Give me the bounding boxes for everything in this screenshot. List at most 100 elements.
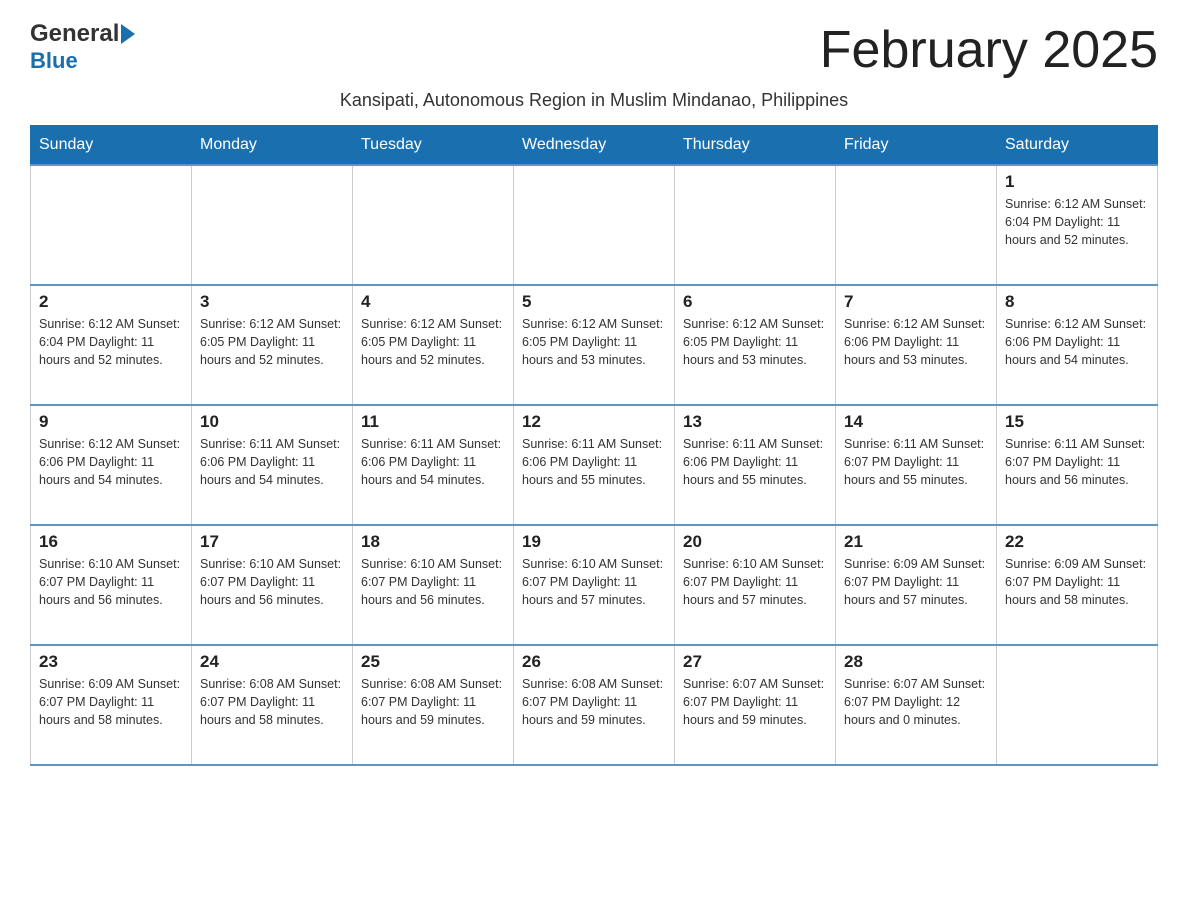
- calendar-cell: 12 Sunrise: 6:11 AM Sunset: 6:06 PM Dayli…: [514, 405, 675, 525]
- calendar-cell: 24 Sunrise: 6:08 AM Sunset: 6:07 PM Dayli…: [192, 645, 353, 765]
- calendar-cell: [836, 165, 997, 285]
- calendar-cell: [675, 165, 836, 285]
- calendar-cell: 28 Sunrise: 6:07 AM Sunset: 6:07 PM Dayli…: [836, 645, 997, 765]
- day-header-sunday: Sunday: [31, 126, 192, 166]
- calendar-cell: 27 Sunrise: 6:07 AM Sunset: 6:07 PM Dayli…: [675, 645, 836, 765]
- day-info: Sunrise: 6:07 AM Sunset: 6:07 PM Dayligh…: [844, 675, 988, 729]
- logo-arrow-icon: [121, 24, 135, 44]
- day-info: Sunrise: 6:09 AM Sunset: 6:07 PM Dayligh…: [39, 675, 183, 729]
- calendar-cell: 26 Sunrise: 6:08 AM Sunset: 6:07 PM Dayli…: [514, 645, 675, 765]
- week-row-4: 16 Sunrise: 6:10 AM Sunset: 6:07 PM Dayli…: [31, 525, 1158, 645]
- day-number: 11: [361, 412, 505, 432]
- header: General Blue February 2025: [30, 20, 1158, 80]
- calendar-cell: 25 Sunrise: 6:08 AM Sunset: 6:07 PM Dayli…: [353, 645, 514, 765]
- day-number: 22: [1005, 532, 1149, 552]
- calendar-cell: 11 Sunrise: 6:11 AM Sunset: 6:06 PM Dayli…: [353, 405, 514, 525]
- day-info: Sunrise: 6:11 AM Sunset: 6:06 PM Dayligh…: [522, 435, 666, 489]
- calendar-cell: 14 Sunrise: 6:11 AM Sunset: 6:07 PM Dayli…: [836, 405, 997, 525]
- day-number: 21: [844, 532, 988, 552]
- day-number: 27: [683, 652, 827, 672]
- day-number: 10: [200, 412, 344, 432]
- calendar-cell: [192, 165, 353, 285]
- day-number: 8: [1005, 292, 1149, 312]
- day-info: Sunrise: 6:09 AM Sunset: 6:07 PM Dayligh…: [844, 555, 988, 609]
- day-info: Sunrise: 6:12 AM Sunset: 6:05 PM Dayligh…: [361, 315, 505, 369]
- day-number: 4: [361, 292, 505, 312]
- day-number: 23: [39, 652, 183, 672]
- calendar-cell: 20 Sunrise: 6:10 AM Sunset: 6:07 PM Dayli…: [675, 525, 836, 645]
- day-info: Sunrise: 6:12 AM Sunset: 6:04 PM Dayligh…: [1005, 195, 1149, 249]
- day-info: Sunrise: 6:09 AM Sunset: 6:07 PM Dayligh…: [1005, 555, 1149, 609]
- month-title: February 2025: [820, 20, 1158, 80]
- calendar-cell: 4 Sunrise: 6:12 AM Sunset: 6:05 PM Daylig…: [353, 285, 514, 405]
- day-header-friday: Friday: [836, 126, 997, 166]
- day-info: Sunrise: 6:07 AM Sunset: 6:07 PM Dayligh…: [683, 675, 827, 729]
- day-info: Sunrise: 6:08 AM Sunset: 6:07 PM Dayligh…: [361, 675, 505, 729]
- day-number: 2: [39, 292, 183, 312]
- day-number: 20: [683, 532, 827, 552]
- calendar-cell: 8Sunrise: 6:12 AM Sunset: 6:06 PM Daylig…: [997, 285, 1158, 405]
- day-header-tuesday: Tuesday: [353, 126, 514, 166]
- calendar-cell: [514, 165, 675, 285]
- day-info: Sunrise: 6:11 AM Sunset: 6:06 PM Dayligh…: [683, 435, 827, 489]
- day-number: 26: [522, 652, 666, 672]
- calendar-cell: 17 Sunrise: 6:10 AM Sunset: 6:07 PM Dayli…: [192, 525, 353, 645]
- day-number: 18: [361, 532, 505, 552]
- day-info: Sunrise: 6:12 AM Sunset: 6:05 PM Dayligh…: [683, 315, 827, 369]
- calendar-cell: 15 Sunrise: 6:11 AM Sunset: 6:07 PM Dayli…: [997, 405, 1158, 525]
- calendar-cell: 23 Sunrise: 6:09 AM Sunset: 6:07 PM Dayli…: [31, 645, 192, 765]
- day-number: 1: [1005, 172, 1149, 192]
- calendar-cell: [353, 165, 514, 285]
- day-info: Sunrise: 6:10 AM Sunset: 6:07 PM Dayligh…: [522, 555, 666, 609]
- day-header-wednesday: Wednesday: [514, 126, 675, 166]
- day-info: Sunrise: 6:10 AM Sunset: 6:07 PM Dayligh…: [683, 555, 827, 609]
- day-header-saturday: Saturday: [997, 126, 1158, 166]
- calendar-cell: 5 Sunrise: 6:12 AM Sunset: 6:05 PM Daylig…: [514, 285, 675, 405]
- day-info: Sunrise: 6:12 AM Sunset: 6:05 PM Dayligh…: [200, 315, 344, 369]
- day-number: 16: [39, 532, 183, 552]
- day-number: 5: [522, 292, 666, 312]
- subtitle: Kansipati, Autonomous Region in Muslim M…: [30, 90, 1158, 111]
- day-info: Sunrise: 6:12 AM Sunset: 6:06 PM Dayligh…: [39, 435, 183, 489]
- day-info: Sunrise: 6:08 AM Sunset: 6:07 PM Dayligh…: [522, 675, 666, 729]
- day-number: 9: [39, 412, 183, 432]
- day-number: 19: [522, 532, 666, 552]
- day-info: Sunrise: 6:11 AM Sunset: 6:07 PM Dayligh…: [844, 435, 988, 489]
- day-number: 25: [361, 652, 505, 672]
- day-number: 6: [683, 292, 827, 312]
- week-row-2: 2Sunrise: 6:12 AM Sunset: 6:04 PM Daylig…: [31, 285, 1158, 405]
- day-header-monday: Monday: [192, 126, 353, 166]
- calendar-cell: 3Sunrise: 6:12 AM Sunset: 6:05 PM Daylig…: [192, 285, 353, 405]
- logo-general-text: General: [30, 20, 119, 48]
- calendar-cell: 13 Sunrise: 6:11 AM Sunset: 6:06 PM Dayli…: [675, 405, 836, 525]
- day-header-thursday: Thursday: [675, 126, 836, 166]
- calendar-cell: 10 Sunrise: 6:11 AM Sunset: 6:06 PM Dayli…: [192, 405, 353, 525]
- logo-blue-text: Blue: [30, 48, 78, 74]
- day-info: Sunrise: 6:12 AM Sunset: 6:05 PM Dayligh…: [522, 315, 666, 369]
- day-number: 17: [200, 532, 344, 552]
- calendar-cell: 18Sunrise: 6:10 AM Sunset: 6:07 PM Dayli…: [353, 525, 514, 645]
- day-number: 24: [200, 652, 344, 672]
- day-info: Sunrise: 6:11 AM Sunset: 6:06 PM Dayligh…: [200, 435, 344, 489]
- calendar-cell: 16Sunrise: 6:10 AM Sunset: 6:07 PM Dayli…: [31, 525, 192, 645]
- calendar-cell: 2Sunrise: 6:12 AM Sunset: 6:04 PM Daylig…: [31, 285, 192, 405]
- calendar-cell: 7Sunrise: 6:12 AM Sunset: 6:06 PM Daylig…: [836, 285, 997, 405]
- day-number: 7: [844, 292, 988, 312]
- week-row-1: 1 Sunrise: 6:12 AM Sunset: 6:04 PM Daylig…: [31, 165, 1158, 285]
- calendar-cell: 21 Sunrise: 6:09 AM Sunset: 6:07 PM Dayli…: [836, 525, 997, 645]
- day-number: 12: [522, 412, 666, 432]
- calendar-cell: [997, 645, 1158, 765]
- day-number: 13: [683, 412, 827, 432]
- day-number: 14: [844, 412, 988, 432]
- week-row-3: 9 Sunrise: 6:12 AM Sunset: 6:06 PM Daylig…: [31, 405, 1158, 525]
- day-info: Sunrise: 6:11 AM Sunset: 6:07 PM Dayligh…: [1005, 435, 1149, 489]
- day-number: 15: [1005, 412, 1149, 432]
- calendar-cell: 6 Sunrise: 6:12 AM Sunset: 6:05 PM Daylig…: [675, 285, 836, 405]
- day-info: Sunrise: 6:08 AM Sunset: 6:07 PM Dayligh…: [200, 675, 344, 729]
- calendar-cell: 1 Sunrise: 6:12 AM Sunset: 6:04 PM Daylig…: [997, 165, 1158, 285]
- day-info: Sunrise: 6:11 AM Sunset: 6:06 PM Dayligh…: [361, 435, 505, 489]
- week-row-5: 23 Sunrise: 6:09 AM Sunset: 6:07 PM Dayli…: [31, 645, 1158, 765]
- day-info: Sunrise: 6:10 AM Sunset: 6:07 PM Dayligh…: [200, 555, 344, 609]
- day-number: 28: [844, 652, 988, 672]
- calendar-cell: 22 Sunrise: 6:09 AM Sunset: 6:07 PM Dayli…: [997, 525, 1158, 645]
